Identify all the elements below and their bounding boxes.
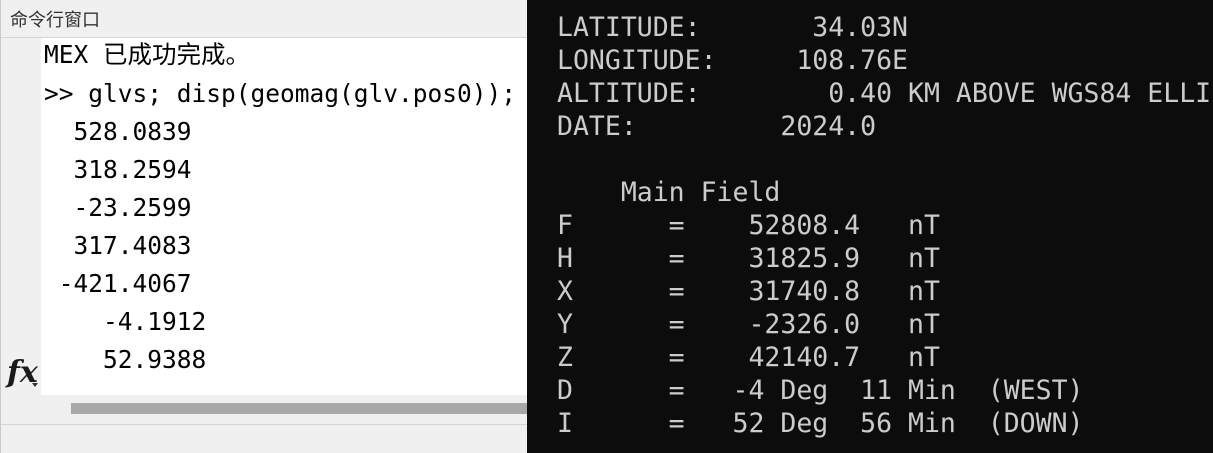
console-line-latitude: LATITUDE: 34.03N bbox=[557, 12, 908, 43]
output-line-value: 528.0839 bbox=[44, 117, 192, 146]
output-line-value: -421.4067 bbox=[44, 269, 192, 298]
console-line-d: D = -4 Deg 11 Min (WEST) bbox=[557, 375, 1084, 406]
chevron-down-icon bbox=[32, 383, 38, 387]
console-line-longitude: LONGITUDE: 108.76E bbox=[557, 45, 908, 76]
output-line-value: 52.9388 bbox=[44, 345, 207, 374]
console-line-z: Z = 42140.7 nT bbox=[557, 342, 940, 373]
function-browser-icon[interactable]: fx bbox=[7, 354, 41, 394]
command-window-title: 命令行窗口 bbox=[10, 10, 100, 31]
scrollbar-thumb[interactable] bbox=[71, 403, 527, 414]
output-line-value: 318.2594 bbox=[44, 155, 192, 184]
horizontal-scrollbar[interactable] bbox=[41, 397, 527, 419]
output-line-value: 317.4083 bbox=[44, 231, 192, 260]
command-window: 命令行窗口 MEX 已成功完成。 >> glvs; disp(geomag(gl… bbox=[0, 0, 527, 453]
console-line-x: X = 31740.8 nT bbox=[557, 276, 940, 307]
console-line-i: I = 52 Deg 56 Min (DOWN) bbox=[557, 408, 1084, 439]
console-line-h: H = 31825.9 nT bbox=[557, 243, 940, 274]
output-line-mex-status: MEX 已成功完成。 bbox=[44, 40, 251, 69]
command-output-area[interactable]: MEX 已成功完成。 >> glvs; disp(geomag(glv.pos0… bbox=[41, 38, 527, 395]
command-prompt-line: >> glvs; disp(geomag(glv.pos0)); bbox=[44, 79, 517, 108]
console-line-date: DATE: 2024.0 bbox=[557, 111, 877, 142]
output-line-value: -4.1912 bbox=[44, 307, 207, 336]
bottom-divider bbox=[1, 424, 527, 425]
console-line-y: Y = -2326.0 nT bbox=[557, 309, 940, 340]
output-line-value: -23.2599 bbox=[44, 193, 192, 222]
console-line-main-field-heading: Main Field bbox=[557, 177, 781, 208]
console-line-f: F = 52808.4 nT bbox=[557, 210, 940, 241]
console-line-altitude: ALTITUDE: 0.40 KM ABOVE WGS84 ELLIPSOID bbox=[557, 78, 1213, 109]
console-window: LATITUDE: 34.03N LONGITUDE: 108.76E ALTI… bbox=[527, 0, 1213, 453]
